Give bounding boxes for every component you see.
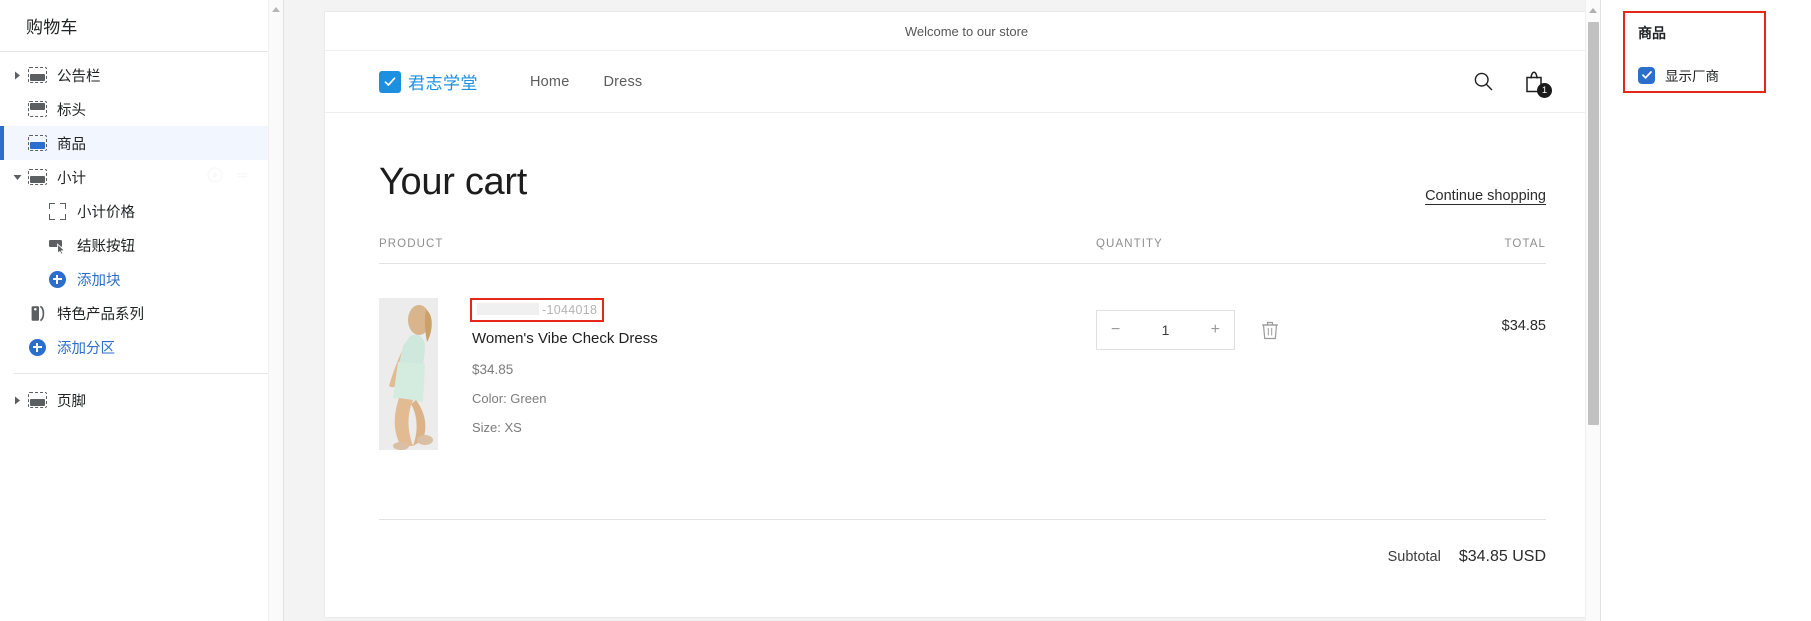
sidebar-scrollbar[interactable] (268, 0, 283, 621)
cart-table-header: PRODUCT QUANTITY TOTAL (379, 238, 1546, 264)
theme-editor-app: 购物车 公告栏 标头 商品 小计 小计价格 结账按钮 添加块 特色产品系列 添加… (0, 0, 1811, 621)
sidebar-divider (14, 373, 269, 374)
sidebar-title: 购物车 (0, 0, 283, 52)
product-details: -1044018 Women's Vibe Check Dress $34.85… (469, 298, 658, 450)
sidebar-item-subtotal-price[interactable]: 小计价格 (0, 194, 283, 228)
checkmark-square-icon (379, 70, 401, 93)
subtotal-label: Subtotal (1387, 549, 1441, 565)
preview-scrollbar[interactable] (1585, 0, 1600, 621)
brackets-icon (46, 200, 68, 222)
quantity-increase-button[interactable]: + (1211, 322, 1220, 338)
storefront-nav: Home Dress (530, 74, 642, 90)
product-thumbnail[interactable] (379, 298, 438, 450)
search-icon[interactable] (1473, 71, 1494, 92)
sidebar-item-label: 页脚 (57, 393, 86, 410)
trash-icon[interactable] (1261, 320, 1279, 340)
nav-link-dress[interactable]: Dress (603, 74, 642, 90)
storefront-header-actions: 1 (1473, 70, 1552, 98)
quantity-value[interactable]: 1 (1162, 322, 1170, 338)
quantity-decrease-button[interactable]: − (1111, 322, 1120, 338)
sidebar-item-label: 小计 (57, 170, 86, 187)
cart-page: Your cart Continue shopping PRODUCT QUAN… (325, 113, 1600, 566)
cart-count-badge: 1 (1537, 82, 1552, 98)
storefront-preview-frame: Welcome to our store 君志学堂 Home Dress 1 Y… (325, 12, 1600, 617)
page-title: Your cart (379, 161, 527, 203)
product-option-color: Color: Green (472, 391, 547, 406)
chevron-right-icon[interactable] (10, 68, 24, 82)
cart-quantity-cell: − 1 + (1096, 298, 1396, 350)
sidebar-item-footer[interactable]: 页脚 (0, 383, 283, 417)
sidebar-row-actions (207, 160, 249, 194)
sidebar-item-label: 公告栏 (57, 68, 101, 85)
cart-line-total: $34.85 (1501, 318, 1546, 334)
product-name[interactable]: Women's Vibe Check Dress (472, 330, 658, 347)
sidebar-item-add-block[interactable]: 添加块 (0, 262, 283, 296)
sidebar-item-label: 添加块 (77, 272, 121, 289)
column-header-product: PRODUCT (379, 238, 444, 250)
block-icon (26, 389, 48, 411)
tag-icon (26, 302, 48, 324)
sidebar-item-header[interactable]: 标头 (0, 92, 283, 126)
sidebar-item-label: 特色产品系列 (57, 306, 144, 323)
scrollbar-thumb[interactable] (1588, 22, 1599, 425)
block-icon (26, 166, 48, 188)
continue-shopping-link[interactable]: Continue shopping (1425, 188, 1546, 204)
drag-handle-icon[interactable] (235, 168, 249, 186)
store-logo[interactable]: 君志学堂 (379, 69, 478, 94)
storefront-header: 君志学堂 Home Dress 1 (325, 51, 1600, 113)
announcement-bar: Welcome to our store (325, 12, 1600, 51)
button-cursor-icon (46, 234, 68, 256)
settings-panel-title: 商品 (1638, 25, 1666, 41)
sidebar-item-product[interactable]: 商品 (0, 126, 283, 160)
sidebar-item-checkout-button[interactable]: 结账按钮 (0, 228, 283, 262)
quantity-stepper[interactable]: − 1 + (1096, 310, 1235, 350)
sidebar-item-label: 添加分区 (57, 340, 115, 357)
section-sidebar: 购物车 公告栏 标头 商品 小计 小计价格 结账按钮 添加块 特色产品系列 添加… (0, 0, 284, 621)
sidebar-item-label: 商品 (57, 136, 86, 153)
store-name: 君志学堂 (408, 74, 478, 93)
shopping-bag-icon[interactable]: 1 (1524, 70, 1552, 98)
sidebar-nav-list: 公告栏 标头 商品 小计 小计价格 结账按钮 添加块 特色产品系列 添加分区 页… (0, 52, 283, 417)
sidebar-item-label: 结账按钮 (77, 238, 135, 255)
cart-product-cell: -1044018 Women's Vibe Check Dress $34.85… (379, 298, 1096, 450)
chevron-right-icon[interactable] (10, 393, 24, 407)
preview-area: Welcome to our store 君志学堂 Home Dress 1 Y… (284, 0, 1600, 621)
settings-panel: 商品 显示厂商 (1600, 0, 1811, 621)
plus-circle-icon (26, 336, 48, 358)
cart-line-item: -1044018 Women's Vibe Check Dress $34.85… (379, 264, 1546, 450)
show-vendor-label: 显示厂商 (1665, 69, 1719, 84)
sidebar-item-add-section[interactable]: 添加分区 (0, 330, 283, 364)
scroll-up-arrow-icon[interactable] (272, 7, 280, 12)
sidebar-item-featured-collection[interactable]: 特色产品系列 (0, 296, 283, 330)
block-icon-active (26, 132, 48, 154)
cart-header-row: Your cart Continue shopping (379, 161, 1546, 204)
sidebar-item-announcement-bar[interactable]: 公告栏 (0, 58, 283, 92)
subtotal-value: $34.85 USD (1458, 548, 1546, 565)
nav-link-home[interactable]: Home (530, 74, 569, 90)
product-option-size: Size: XS (472, 420, 522, 435)
sidebar-item-subtotal[interactable]: 小计 (0, 160, 283, 194)
chevron-down-icon[interactable] (10, 170, 24, 184)
vendor-suffix: -1044018 (542, 303, 598, 317)
column-header-quantity: QUANTITY (1096, 238, 1163, 250)
sidebar-item-label: 标头 (57, 102, 86, 119)
plus-circle-icon (46, 268, 68, 290)
column-header-total: TOTAL (1504, 238, 1546, 250)
product-vendor: -1044018 (469, 298, 605, 322)
product-price: $34.85 (472, 362, 514, 377)
cart-subtotal-row: Subtotal $34.85 USD (379, 520, 1546, 566)
visibility-icon[interactable] (207, 167, 223, 187)
block-icon (26, 98, 48, 120)
scroll-up-arrow-icon[interactable] (1589, 8, 1597, 13)
checkbox-checked-icon[interactable] (1638, 66, 1655, 84)
product-settings-card: 商品 显示厂商 (1623, 11, 1766, 93)
block-icon (26, 64, 48, 86)
sidebar-item-label: 小计价格 (77, 204, 135, 221)
show-vendor-setting[interactable]: 显示厂商 (1638, 65, 1764, 85)
vendor-redaction (477, 303, 539, 315)
